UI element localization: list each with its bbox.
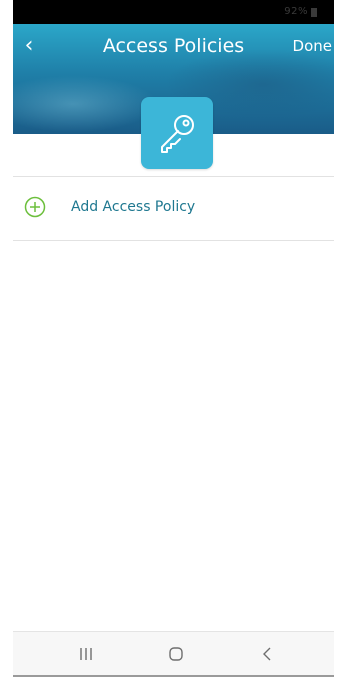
home-icon: [169, 647, 183, 661]
recents-icon: [80, 648, 92, 660]
divider-bottom: [13, 240, 334, 241]
page-title: Access Policies: [102, 35, 245, 57]
key-tile: [141, 97, 213, 169]
battery-percentage: 92%: [284, 6, 308, 17]
add-access-policy-label: Add Access Policy: [71, 199, 196, 215]
left-margin: [0, 0, 13, 677]
phone-screen: 92% ‹ Access Policies Done Add Access Po…: [13, 0, 334, 677]
add-access-policy-row[interactable]: Add Access Policy: [13, 177, 334, 239]
home-button[interactable]: [161, 642, 191, 666]
system-nav-bar: [13, 631, 334, 676]
chevron-left-icon: [263, 647, 271, 661]
add-circle-icon: [24, 196, 46, 218]
status-bar: 92%: [13, 0, 334, 24]
done-button[interactable]: Done: [293, 35, 332, 57]
key-icon: [161, 115, 194, 153]
system-back-button[interactable]: [253, 642, 283, 666]
recents-button[interactable]: [71, 642, 101, 666]
battery-icon: [311, 8, 317, 17]
